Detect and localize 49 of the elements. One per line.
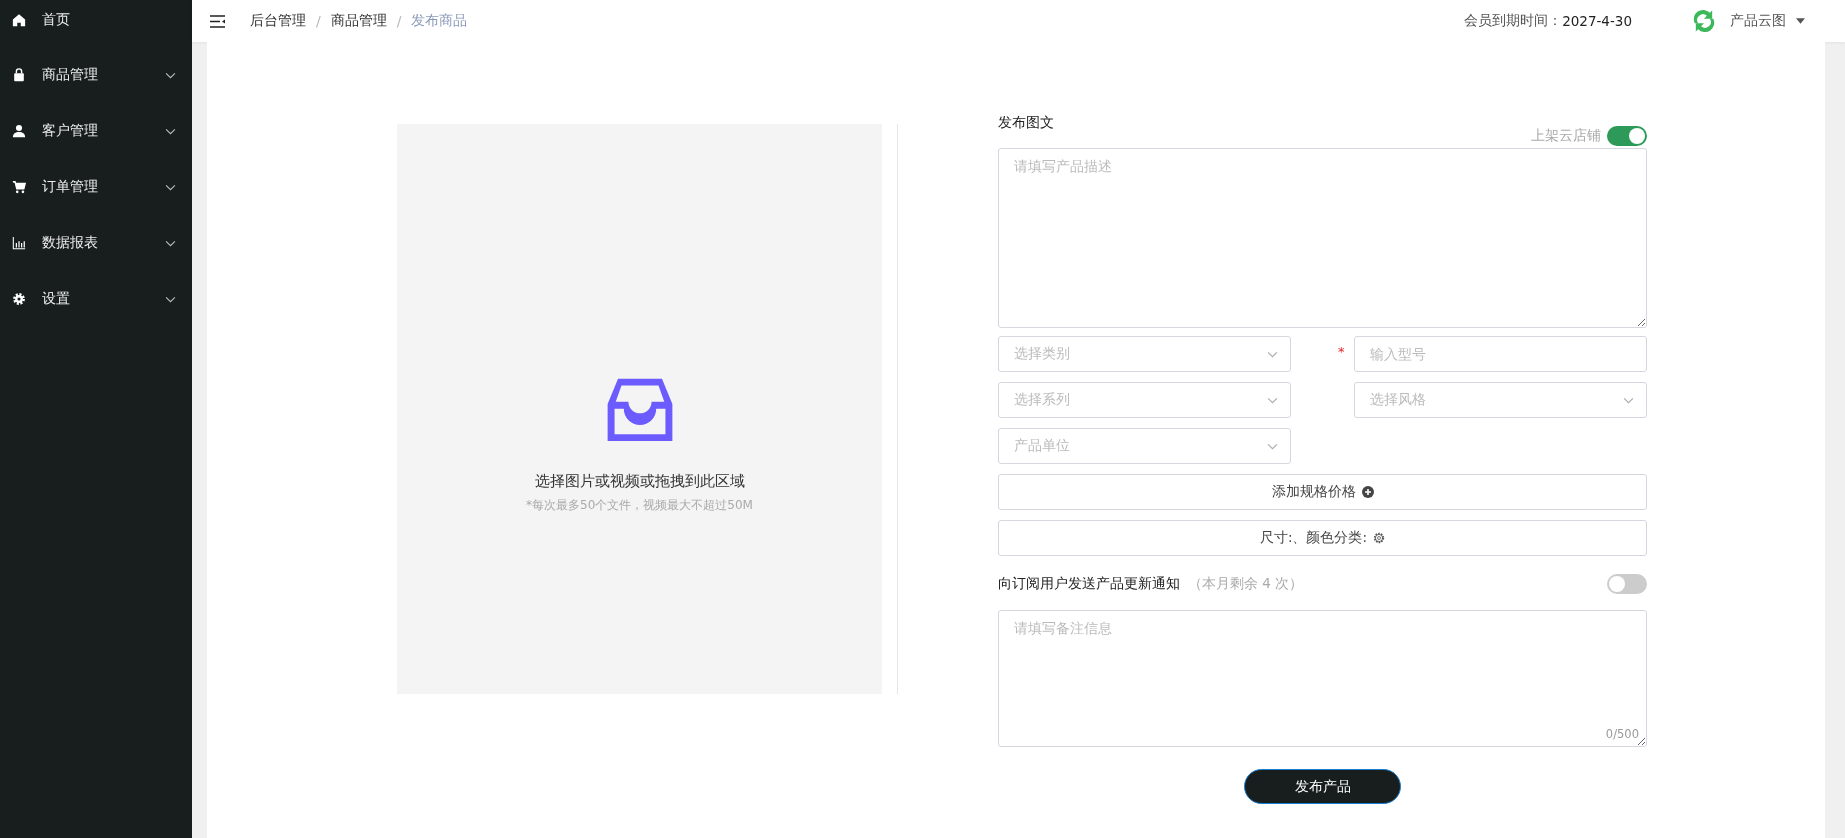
menu-icon[interactable]: [210, 14, 226, 28]
chevron-down-icon: [1623, 396, 1634, 404]
upload-title: 选择图片或视频或拖拽到此区域: [534, 472, 745, 491]
cart-icon: [12, 180, 26, 194]
required-mark: *: [1338, 344, 1345, 359]
chevron-down-icon: [1267, 396, 1278, 404]
add-spec-button[interactable]: 添加规格价格: [998, 474, 1647, 510]
nav-label: 订单管理: [42, 178, 99, 196]
character-counter: 0/500: [1605, 727, 1639, 741]
nav-label: 商品管理: [42, 66, 99, 84]
caret-down-icon[interactable]: [1796, 18, 1805, 24]
nav-item[interactable]: 数据报表: [0, 215, 192, 271]
chevron-down-icon: [1267, 442, 1278, 450]
spec-button[interactable]: 尺寸:、颜色分类:: [998, 520, 1647, 556]
breadcrumb-separator: /: [316, 13, 321, 29]
account-menu[interactable]: 产品云图: [1730, 12, 1786, 30]
toggle-switch[interactable]: [1607, 126, 1647, 146]
section-title: 发布图文: [998, 114, 1054, 130]
publish-button[interactable]: 发布产品: [1244, 769, 1401, 804]
nav-item[interactable]: 设置: [0, 271, 192, 327]
membership-date: 2027-4-30: [1562, 13, 1632, 29]
breadcrumb-link[interactable]: 商品管理: [330, 12, 387, 30]
home-icon: [12, 13, 26, 27]
nav-label: 设置: [42, 290, 71, 308]
toggle-label: 上架云店铺: [1531, 127, 1601, 145]
breadcrumb-separator: /: [396, 13, 402, 29]
upload-hint: *每次最多50个文件，视频最大不超过50M: [526, 497, 753, 514]
bar-chart-icon: [12, 236, 26, 250]
nav-label: 数据报表: [42, 234, 99, 252]
plus-circle-icon: [1361, 486, 1374, 498]
toggle-switch[interactable]: [1607, 574, 1647, 594]
nav-item[interactable]: 商品管理: [0, 47, 192, 103]
input-field[interactable]: 输入型号: [1354, 336, 1647, 372]
settings-icon: [12, 292, 26, 306]
notify-note: （本月剩余 4 次）: [1188, 575, 1304, 593]
nav-label: 首页: [42, 11, 71, 29]
user-icon: [12, 124, 26, 138]
notify-label: 向订阅用户发送产品更新通知: [998, 575, 1180, 593]
breadcrumb-link[interactable]: 后台管理: [250, 12, 306, 30]
upload-area[interactable]: 选择图片或视频或拖拽到此区域 *每次最多50个文件，视频最大不超过50M: [397, 124, 882, 694]
shopping-bag-icon: [12, 68, 26, 82]
nav-label: 客户管理: [42, 122, 99, 140]
nav-item[interactable]: 客户管理: [0, 103, 192, 159]
nav-item[interactable]: 首页: [0, 5, 192, 35]
chevron-down-icon: [1267, 350, 1278, 358]
description-textarea[interactable]: 请填写产品描述: [998, 148, 1647, 328]
gear-icon: [1373, 532, 1386, 544]
membership-label: 会员到期时间：: [1464, 12, 1563, 30]
nav-item[interactable]: 订单管理: [0, 159, 192, 215]
